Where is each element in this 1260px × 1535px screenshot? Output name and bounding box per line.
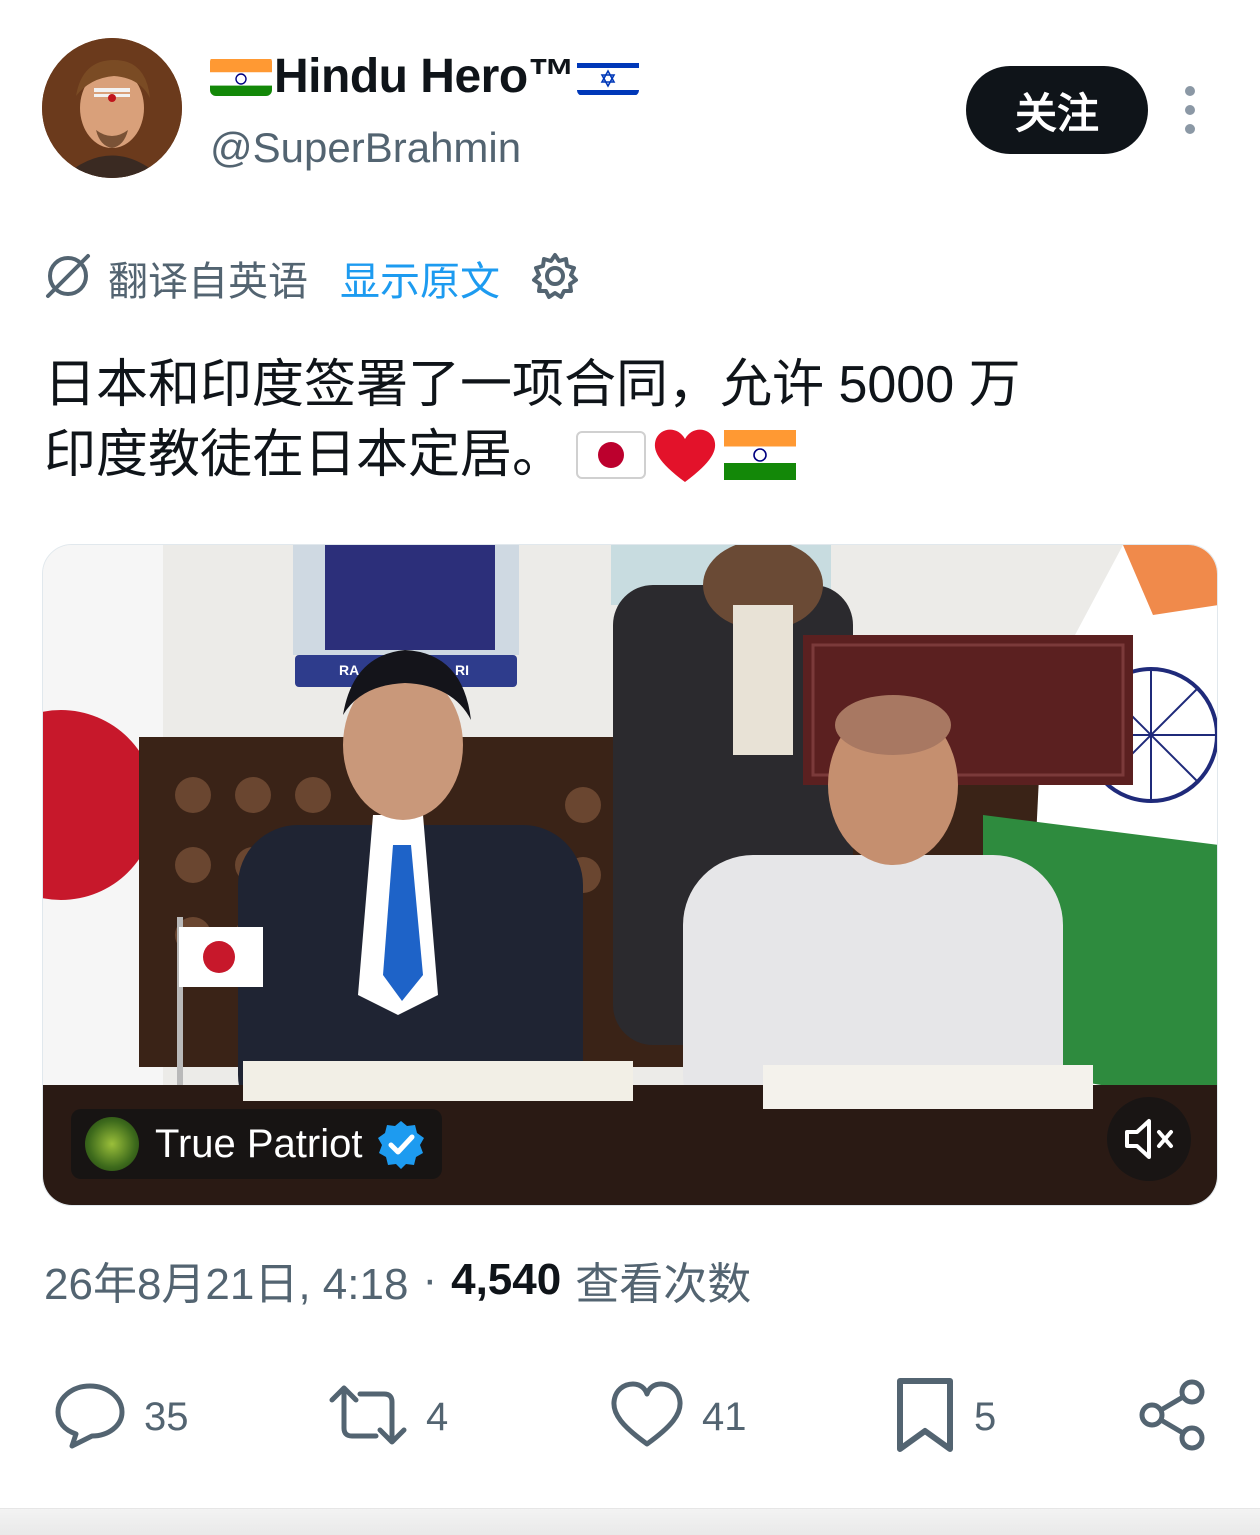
share-button[interactable] <box>1136 1372 1210 1462</box>
bookmark-button[interactable]: 5 <box>892 1372 996 1462</box>
share-icon <box>1136 1378 1210 1457</box>
author-name-text: Hindu Hero™ <box>274 49 576 103</box>
translated-from-label: 翻译自英语 <box>108 260 308 304</box>
india-flag-icon <box>210 56 272 96</box>
tweet-actions-bar: 35 4 41 5 <box>0 1372 1260 1462</box>
like-button[interactable]: 41 <box>608 1372 747 1462</box>
show-original-link[interactable]: 显示原文 <box>340 249 500 307</box>
tweet-text: 日本和印度签署了一项合同，允许 5000 万 印度教徒在日本定居。 <box>44 350 1224 490</box>
translate-icon <box>42 250 94 307</box>
muted-speaker-icon <box>1121 1115 1177 1163</box>
india-flag-emoji-icon <box>724 430 797 480</box>
view-count: 4,540 <box>451 1255 562 1304</box>
view-count-label: 查看次数 <box>575 1260 752 1309</box>
repost-count: 4 <box>426 1394 449 1439</box>
tweet-video[interactable]: RA RI True Patriot <box>42 544 1218 1206</box>
video-source-chip[interactable]: True Patriot <box>71 1109 443 1179</box>
author-avatar[interactable] <box>42 38 182 178</box>
tweet-header: Hindu Hero™ @SuperBrahmin 关注 <box>0 0 1260 200</box>
heart-emoji-icon <box>650 424 720 486</box>
tweet-meta: 26年8月21日, 4:18 · 4,540 查看次数 <box>44 1248 751 1312</box>
reply-icon <box>52 1380 128 1455</box>
tweet-text-line-2: 印度教徒在日本定居。 <box>44 420 1224 490</box>
mute-toggle-button[interactable] <box>1107 1097 1191 1181</box>
like-count: 41 <box>702 1394 747 1439</box>
heart-icon <box>608 1380 686 1455</box>
bookmark-icon <box>892 1375 958 1460</box>
source-avatar <box>85 1117 139 1171</box>
repost-icon <box>326 1380 410 1455</box>
japan-flag-icon <box>576 431 647 479</box>
translation-bar: 翻译自英语 显示原文 <box>42 250 580 306</box>
bottom-divider <box>0 1508 1260 1535</box>
tweet-text-line-1: 日本和印度签署了一项合同，允许 5000 万 <box>44 356 1021 414</box>
author-display-name[interactable]: Hindu Hero™ <box>210 46 640 106</box>
video-frame: RA RI <box>43 545 1217 1205</box>
more-options-icon[interactable] <box>1170 84 1210 136</box>
video-source-name: True Patriot <box>155 1121 363 1166</box>
meta-separator: · <box>422 1255 438 1304</box>
repost-button[interactable]: 4 <box>326 1372 448 1462</box>
follow-button[interactable]: 关注 <box>966 66 1148 154</box>
israel-flag-icon <box>577 56 640 96</box>
bookmark-count: 5 <box>974 1394 997 1439</box>
gear-icon[interactable] <box>530 251 580 306</box>
reply-count: 35 <box>144 1394 189 1439</box>
nameplate-text: RA <box>339 662 359 678</box>
tweet-text-line-2-text: 印度教徒在日本定居。 <box>44 426 565 484</box>
verified-badge-icon <box>376 1119 426 1169</box>
tweet-timestamp[interactable]: 26年8月21日, 4:18 <box>44 1248 408 1312</box>
nameplate-text-2: RI <box>455 662 469 678</box>
reply-button[interactable]: 35 <box>52 1372 189 1462</box>
author-handle[interactable]: @SuperBrahmin <box>210 124 521 172</box>
